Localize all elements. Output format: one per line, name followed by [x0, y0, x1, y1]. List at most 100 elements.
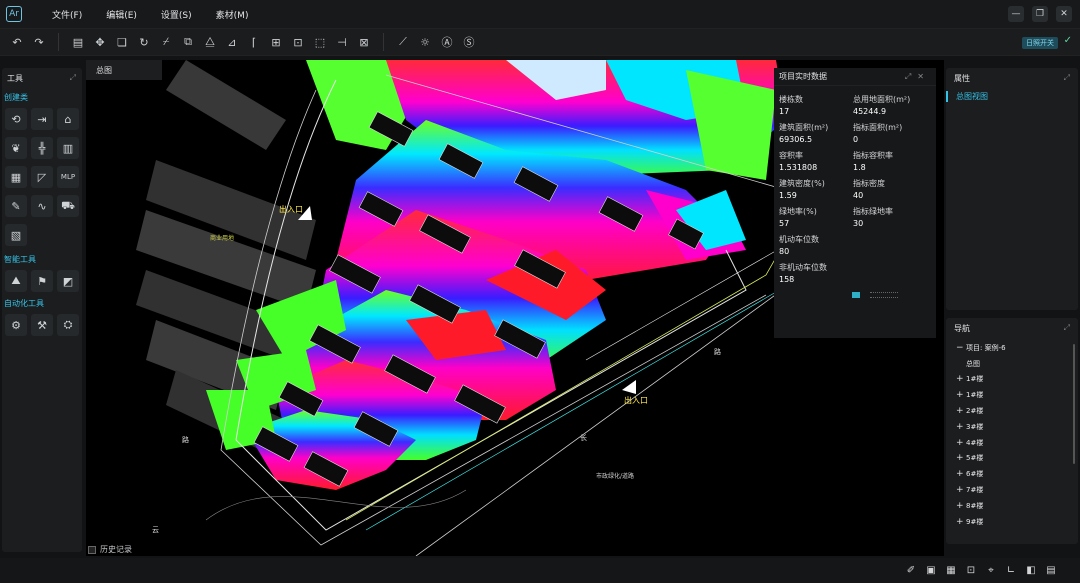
create-tools: ⟲ ⇥ ⌂ ❦ ╬ ▥ ▦ ◸ MLP ✎ ∿ ⛟ ▧ — [5, 108, 82, 246]
text-style-icon[interactable]: Ⓐ — [439, 34, 455, 50]
history-checkbox[interactable] — [88, 545, 96, 554]
tools-panel-title: 工具 — [7, 73, 23, 83]
curve-icon[interactable]: ∿ — [31, 195, 53, 217]
align-icon[interactable]: ⊿ — [224, 34, 240, 50]
property-overview-view[interactable]: 总图视图 — [946, 91, 1078, 102]
copy-icon[interactable]: ❏ — [114, 34, 130, 50]
realtime-data-panel: 项目实时数据 ⤢✕ 楼栋数 17 总用地面积(m²) 45244.9 建筑面积(m²… — [774, 68, 936, 338]
layout-ai-icon[interactable]: ⛰ — [5, 270, 27, 292]
expand-icon[interactable]: ⤢ — [70, 73, 76, 83]
panel-controls[interactable]: ⤢✕ — [905, 72, 930, 82]
entry-label-bottom: 出入口 — [624, 395, 648, 405]
auto-3-icon[interactable]: ⛭ — [57, 314, 79, 336]
tree-building[interactable]: +3#楼 — [956, 419, 1078, 435]
entry-tool-icon[interactable]: ⇥ — [31, 108, 53, 130]
expand-plus-icon[interactable]: + — [956, 453, 966, 463]
building-add-icon[interactable]: ⌂ — [57, 108, 79, 130]
stat-empty — [853, 234, 933, 258]
group-icon[interactable]: ⊡ — [290, 34, 306, 50]
ortho-status-icon[interactable]: ⌖ — [984, 563, 998, 577]
angle-status-icon[interactable]: ∟ — [1004, 563, 1018, 577]
undo-icon[interactable]: ↶ — [9, 34, 25, 50]
tree-building[interactable]: +6#楼 — [956, 466, 1078, 482]
tree-building[interactable]: +7#楼 — [956, 482, 1078, 498]
stat-target-green: 指标绿地率 30 — [853, 207, 893, 228]
history-toggle[interactable]: 历史记录 — [88, 544, 132, 555]
pen-icon[interactable]: ✎ — [5, 195, 27, 217]
break-icon[interactable]: ⊣ — [334, 34, 350, 50]
menu-edit[interactable]: 编辑(E) — [94, 8, 149, 21]
mlp-icon[interactable]: MLP — [57, 166, 79, 188]
collapse-icon[interactable]: − — [956, 343, 966, 353]
tree-building[interactable]: +2#楼 — [956, 403, 1078, 419]
tree-building[interactable]: +1#楼 — [956, 387, 1078, 403]
mirror-icon[interactable]: ⧋ — [202, 34, 218, 50]
expand-plus-icon[interactable]: + — [956, 485, 966, 495]
entry-label-top: 出入口 — [279, 204, 303, 214]
stretch-icon[interactable]: ⬚ — [312, 34, 328, 50]
block-icon[interactable]: ▥ — [57, 137, 79, 159]
table-status-icon[interactable]: ▤ — [1044, 563, 1058, 577]
tree-building[interactable]: +8#楼 — [956, 498, 1078, 514]
toolbar-divider — [383, 33, 384, 51]
auto-2-icon[interactable]: ⚒ — [31, 314, 53, 336]
expand-plus-icon[interactable]: + — [956, 438, 966, 448]
minimize-button[interactable]: — — [1008, 6, 1024, 22]
navigation-header: 导航 ⤢ — [946, 318, 1078, 338]
scale-icon[interactable]: ⊠ — [356, 34, 372, 50]
tree-icon[interactable]: ❦ — [5, 137, 27, 159]
layer-status-icon[interactable]: ▣ — [924, 563, 938, 577]
road-tool-icon[interactable]: ⟲ — [5, 108, 27, 130]
offset-icon[interactable]: ⧉ — [180, 34, 196, 50]
expand-plus-icon[interactable]: + — [956, 501, 966, 511]
tree-building[interactable]: +4#楼 — [956, 435, 1078, 451]
tree-building[interactable]: +1#楼 — [956, 372, 1078, 388]
chart-ai-icon[interactable]: ◩ — [57, 270, 79, 292]
expand-icon[interactable]: ⤢ — [1064, 73, 1070, 83]
tree-building[interactable]: +9#楼 — [956, 514, 1078, 530]
tree-overview[interactable]: 总图 — [956, 356, 1078, 372]
rotate-icon[interactable]: ↻ — [136, 34, 152, 50]
menu-materials[interactable]: 素材(M) — [204, 8, 261, 21]
move-icon[interactable]: ✥ — [92, 34, 108, 50]
car-icon[interactable]: ⛟ — [57, 195, 79, 217]
expand-plus-icon[interactable]: + — [956, 406, 966, 416]
tab-overview[interactable]: 总图 — [86, 60, 162, 80]
legend-line — [870, 292, 898, 298]
site-ai-icon[interactable]: ⚑ — [31, 270, 53, 292]
extend-icon[interactable]: ⌈ — [246, 34, 262, 50]
redo-icon[interactable]: ↷ — [31, 34, 47, 50]
tree-root[interactable]: − 项目: 案例-6 — [956, 340, 1078, 356]
app-logo-icon: Ar — [6, 6, 22, 22]
menu-settings[interactable]: 设置(S) — [149, 8, 204, 21]
grid-icon[interactable]: ▦ — [5, 166, 27, 188]
expand-plus-icon[interactable]: + — [956, 390, 966, 400]
tree-building[interactable]: +5#楼 — [956, 451, 1078, 467]
expand-plus-icon[interactable]: + — [956, 374, 966, 384]
menu-file[interactable]: 文件(F) — [40, 8, 94, 21]
array-icon[interactable]: ⊞ — [268, 34, 284, 50]
restore-button[interactable]: ❐ — [1032, 6, 1048, 22]
expand-plus-icon[interactable]: + — [956, 517, 966, 527]
measure-icon[interactable]: ⟋ — [395, 34, 411, 50]
sun-toggle-button[interactable]: 日照开关 — [1022, 37, 1058, 49]
properties-header: 属性 ⤢ — [946, 68, 1078, 88]
triangle-icon[interactable]: ◸ — [31, 166, 53, 188]
document-icon[interactable]: ▧ — [5, 224, 27, 246]
pen-status-icon[interactable]: ✐ — [904, 563, 918, 577]
building-icon[interactable]: ▤ — [70, 34, 86, 50]
trim-icon[interactable]: ⌿ — [158, 34, 174, 50]
expand-plus-icon[interactable]: + — [956, 422, 966, 432]
axis-icon[interactable]: ╬ — [31, 137, 53, 159]
navigation-scrollbar[interactable] — [1073, 344, 1075, 464]
menu-bar: 文件(F) 编辑(E) 设置(S) 素材(M) — [40, 8, 260, 21]
expand-plus-icon[interactable]: + — [956, 469, 966, 479]
snap-status-icon[interactable]: ⊡ — [964, 563, 978, 577]
auto-1-icon[interactable]: ⚙ — [5, 314, 27, 336]
expand-icon[interactable]: ⤢ — [1064, 323, 1070, 333]
sunshine-icon[interactable]: ☼ — [417, 34, 433, 50]
stamp-icon[interactable]: Ⓢ — [461, 34, 477, 50]
panel-status-icon[interactable]: ◧ — [1024, 563, 1038, 577]
close-button[interactable]: ✕ — [1056, 6, 1072, 22]
grid-status-icon[interactable]: ▦ — [944, 563, 958, 577]
